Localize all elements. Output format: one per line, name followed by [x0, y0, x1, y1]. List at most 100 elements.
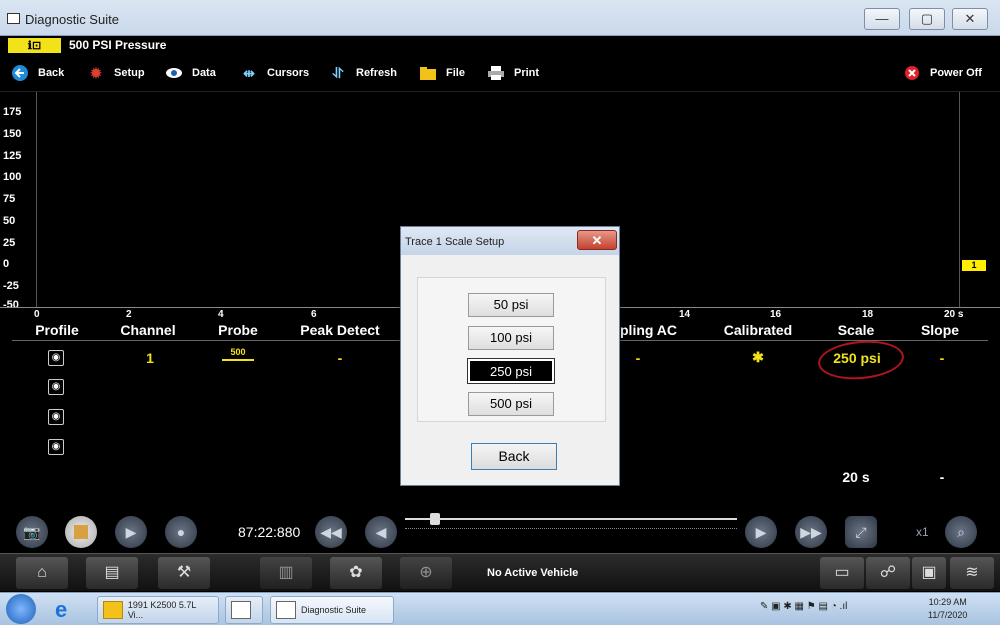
x-tick: 2 — [126, 309, 132, 320]
y-tick: 25 — [3, 237, 16, 249]
folder-icon — [418, 64, 438, 82]
eye-icon — [164, 64, 184, 82]
dialog-back-button[interactable]: Back — [471, 443, 557, 470]
taskbar-item-folder[interactable]: 1991 K2500 5.7L Vi... — [97, 596, 219, 624]
battery-icon[interactable]: ▭ — [820, 557, 864, 589]
x-tick: 4 — [218, 309, 224, 320]
dialog-titlebar: Trace 1 Scale Setup ✕ — [401, 227, 619, 255]
step-back-button[interactable]: ◀ — [365, 516, 397, 548]
column-profile[interactable]: Profile — [20, 322, 94, 338]
power-off-icon — [902, 64, 922, 82]
gear-icon: ✹ — [90, 64, 102, 81]
profile-eye-icon[interactable]: ◉ — [48, 379, 64, 395]
setup-button[interactable]: ✹ Setup — [86, 62, 144, 84]
profile-eye-icon[interactable]: ◉ — [48, 350, 64, 366]
column-peak-detect[interactable]: Peak Detect — [290, 322, 390, 338]
data-button[interactable]: Data — [164, 62, 216, 84]
windows-taskbar: e 1991 K2500 5.7L Vi... Diagnostic Suite… — [0, 592, 1000, 625]
back-button[interactable]: Back — [10, 62, 64, 84]
file-button[interactable]: File — [418, 62, 465, 84]
play-button[interactable]: ▶ — [115, 516, 147, 548]
y-tick: -25 — [3, 280, 19, 292]
fast-forward-button[interactable]: ▶▶ — [795, 516, 827, 548]
slider-thumb[interactable] — [430, 513, 440, 525]
scale-option-250[interactable]: 250 psi — [467, 358, 555, 384]
timebase-slope[interactable]: - — [922, 469, 962, 485]
system-tray[interactable]: ✎ ▣ ✱ ▦ ⚑ ▤ ◔ .ıl — [760, 601, 847, 612]
x-tick: 14 — [679, 309, 691, 320]
home-button[interactable]: ⌂ — [16, 557, 68, 589]
info-button[interactable]: ⊕ — [400, 557, 452, 589]
probe-icon[interactable]: 500 — [218, 347, 258, 357]
connection-icon[interactable]: ☍ — [866, 557, 910, 589]
window-title: Diagnostic Suite — [25, 12, 119, 27]
trace-marker[interactable]: 1 — [962, 260, 986, 271]
profile-eye-icon[interactable]: ◉ — [48, 409, 64, 425]
record-button[interactable]: ● — [165, 516, 197, 548]
minimize-button[interactable]: — — [864, 8, 900, 30]
app-icon — [7, 13, 20, 24]
module-logo: ℹ⊡ — [7, 37, 62, 54]
peak-detect-value[interactable]: - — [320, 350, 360, 366]
timebase-value[interactable]: 20 s — [826, 469, 886, 485]
vehicle-status: No Active Vehicle — [487, 567, 579, 579]
scale-option-100[interactable]: 100 psi — [468, 326, 554, 350]
close-button[interactable]: ✕ — [952, 8, 988, 30]
x-tick: 18 — [862, 309, 874, 320]
header-bar: ℹ⊡ 500 PSI Pressure — [0, 36, 1000, 56]
stop-button[interactable] — [65, 516, 97, 548]
refresh-icon: ⥯ — [332, 64, 344, 81]
window-titlebar: Diagnostic Suite — ▢ ✕ — [0, 0, 1000, 36]
snapshot-button[interactable]: 📷 — [16, 516, 48, 548]
taskbar-item-diagnostic-suite[interactable]: Diagnostic Suite — [270, 596, 394, 624]
scale-option-50[interactable]: 50 psi — [468, 293, 554, 317]
clock[interactable]: 10:29 AM 11/7/2020 — [928, 596, 967, 622]
guided-button[interactable]: ✿ — [330, 557, 382, 589]
playback-time: 87:22:880 — [238, 524, 301, 540]
toolbar: Back ✹ Setup Data ⇹ Cursors ⥯ Refresh Fi… — [0, 58, 1000, 88]
column-channel[interactable]: Channel — [110, 322, 186, 338]
calibrated-icon[interactable]: ✱ — [738, 349, 778, 366]
zoom-fit-button[interactable]: ⤢ — [845, 516, 877, 548]
x-tick: 16 — [770, 309, 782, 320]
coupling-ac-value[interactable]: - — [618, 350, 658, 366]
column-probe[interactable]: Probe — [205, 322, 271, 338]
column-slope[interactable]: Slope — [910, 322, 970, 338]
power-off-button[interactable]: Power Off — [902, 62, 982, 84]
maximize-button[interactable]: ▢ — [909, 8, 945, 30]
scale-option-500[interactable]: 500 psi — [468, 392, 554, 416]
refresh-button[interactable]: ⥯ Refresh — [328, 62, 397, 84]
x-tick: 20 s — [944, 309, 964, 320]
cursors-icon: ⇹ — [243, 64, 255, 81]
scanner-button[interactable]: ▥ — [260, 557, 312, 589]
scale-options-group: 50 psi 100 psi 250 psi 500 psi — [417, 277, 606, 422]
wifi-icon[interactable]: ≋ — [950, 557, 994, 589]
dialog-close-button[interactable]: ✕ — [577, 230, 617, 250]
rewind-button[interactable]: ◀◀ — [315, 516, 347, 548]
scale-setup-dialog: Trace 1 Scale Setup ✕ 50 psi 100 psi 250… — [400, 226, 620, 486]
vehicle-data-button[interactable]: ▤ — [86, 557, 138, 589]
slider-track — [405, 528, 737, 530]
magnifier-button[interactable]: ⌕ — [945, 516, 977, 548]
toolbox-button[interactable]: ⚒ — [158, 557, 210, 589]
y-tick: 175 — [3, 106, 22, 118]
media-icon — [231, 601, 251, 619]
column-coupling-ac[interactable]: pling AC — [620, 322, 684, 338]
ie-icon[interactable]: e — [50, 596, 90, 624]
start-button[interactable] — [6, 594, 36, 624]
column-calibrated[interactable]: Calibrated — [716, 322, 800, 338]
column-scale[interactable]: Scale — [826, 322, 886, 338]
cursors-button[interactable]: ⇹ Cursors — [239, 62, 309, 84]
storage-icon[interactable]: ▣ — [912, 557, 946, 589]
printer-icon — [486, 64, 506, 82]
y-tick: 75 — [3, 193, 16, 205]
y-tick: 50 — [3, 215, 16, 227]
y-tick: 100 — [3, 171, 22, 183]
taskbar-item-media[interactable] — [225, 596, 263, 624]
playback-slider[interactable] — [405, 518, 737, 520]
print-button[interactable]: Print — [486, 62, 539, 84]
slope-value[interactable]: - — [922, 350, 962, 366]
step-forward-button[interactable]: ▶ — [745, 516, 777, 548]
profile-eye-icon[interactable]: ◉ — [48, 439, 64, 455]
y-tick: 125 — [3, 150, 22, 162]
